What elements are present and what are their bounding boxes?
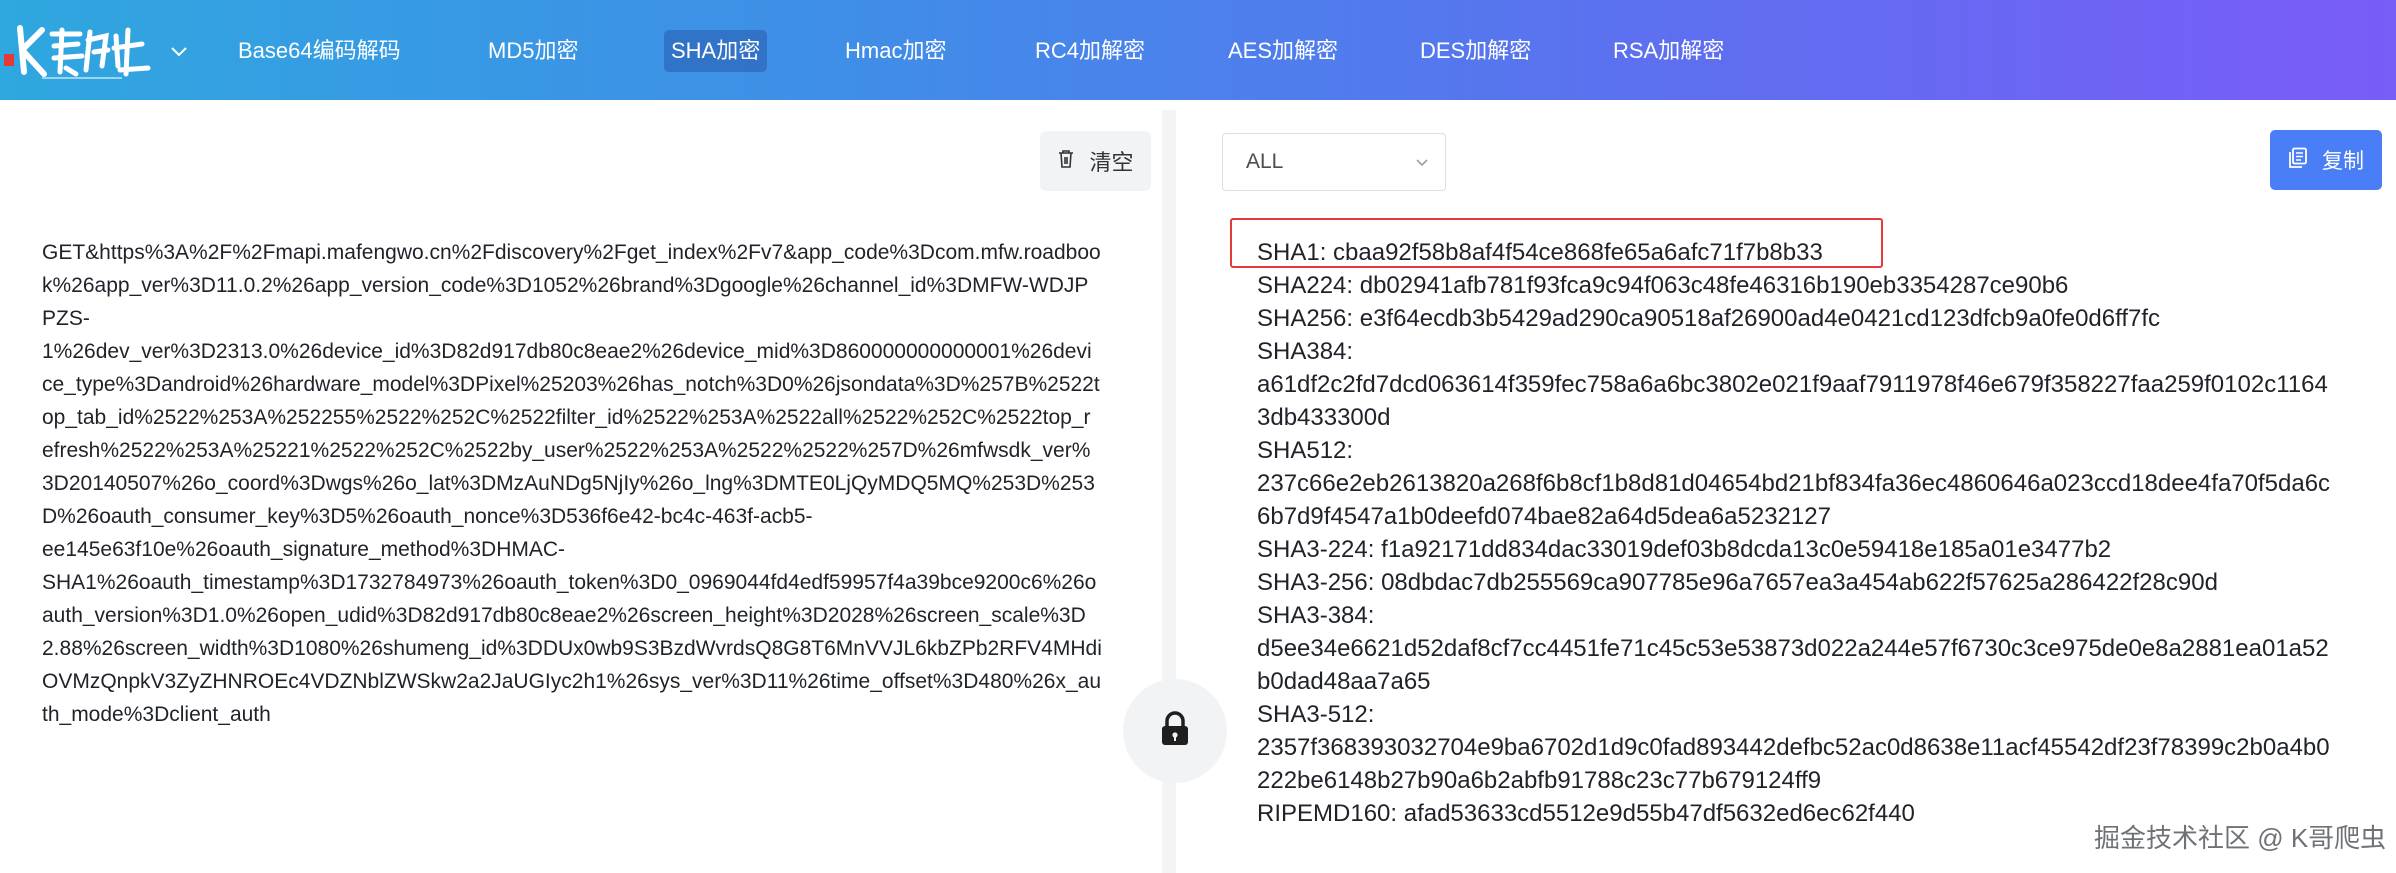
lock-toggle-button[interactable] xyxy=(1123,679,1227,783)
nav-md5[interactable]: MD5加密 xyxy=(481,30,585,72)
nav-hmac[interactable]: Hmac加密 xyxy=(838,30,953,72)
copy-icon xyxy=(2288,147,2308,174)
watermark: 掘金技术社区 @ K哥爬虫 xyxy=(2094,823,2387,853)
algorithm-select-value: ALL xyxy=(1246,150,1284,173)
hash-label-sha384: SHA384: xyxy=(1257,338,1354,365)
hash-line-sha3-256: SHA3-256: 08dbdac7db255569ca907785e96a76… xyxy=(1257,569,2218,596)
hash-value-sha512: 237c66e2eb2613820a268f6b8cf1b8d81d04654b… xyxy=(1257,470,2331,530)
hash-line-sha1: SHA1: cbaa92f58b8af4f54ce868fe65a6afc71f… xyxy=(1257,239,1823,266)
hash-label-sha512: SHA512: xyxy=(1257,437,1354,464)
algorithm-select[interactable]: ALL xyxy=(1222,133,1446,191)
nav-base64[interactable]: Base64编码解码 xyxy=(231,30,408,72)
clear-button[interactable]: 清空 xyxy=(1040,131,1151,191)
hash-line-sha256: SHA256: e3f64ecdb3b5429ad290ca90518af269… xyxy=(1257,305,2161,332)
clear-button-label: 清空 xyxy=(1089,150,1134,175)
plaintext-input[interactable]: GET&https%3A%2F%2Fmapi.mafengwo.cn%2Fdis… xyxy=(42,236,1102,731)
nav-rc4[interactable]: RC4加解密 xyxy=(1028,30,1152,72)
hash-line-sha224: SHA224: db02941afb781f93fca9c94f063c48fe… xyxy=(1257,272,2069,299)
chevron-down-icon[interactable] xyxy=(168,40,190,62)
hash-label-sha3-384: SHA3-384: xyxy=(1257,602,1375,629)
nav-sha[interactable]: SHA加密 xyxy=(664,30,768,72)
lock-icon xyxy=(1159,710,1191,752)
copy-button-label: 复制 xyxy=(2322,150,2364,173)
trash-icon xyxy=(1057,149,1075,174)
copy-button[interactable]: 复制 xyxy=(2270,130,2382,190)
chevron-down-icon xyxy=(1413,153,1431,171)
hash-output[interactable]: SHA1: cbaa92f58b8af4f54ce868fe65a6afc71f… xyxy=(1257,236,2337,830)
nav-des[interactable]: DES加解密 xyxy=(1413,30,1538,72)
nav-aes[interactable]: AES加解密 xyxy=(1221,30,1345,72)
top-nav-bar: Base64编码解码 MD5加密 SHA加密 Hmac加密 RC4加解密 AES… xyxy=(0,0,2396,100)
hash-label-sha3-512: SHA3-512: xyxy=(1257,701,1375,728)
logo[interactable] xyxy=(2,18,152,84)
nav-rsa[interactable]: RSA加解密 xyxy=(1606,30,1731,72)
logo-brush-icon xyxy=(4,25,151,79)
hash-value-sha3-512: 2357f368393032704e9ba6702d1d9c0fad893442… xyxy=(1257,734,2330,794)
hash-value-sha384: a61df2c2fd7dcd063614f359fec758a6a6bc3802… xyxy=(1257,371,2328,431)
hash-line-sha3-224: SHA3-224: f1a92171dd834dac33019def03b8dc… xyxy=(1257,536,2112,563)
hash-value-sha3-384: d5ee34e6621d52daf8cf7cc4451fe71c45c53e53… xyxy=(1257,635,2329,695)
